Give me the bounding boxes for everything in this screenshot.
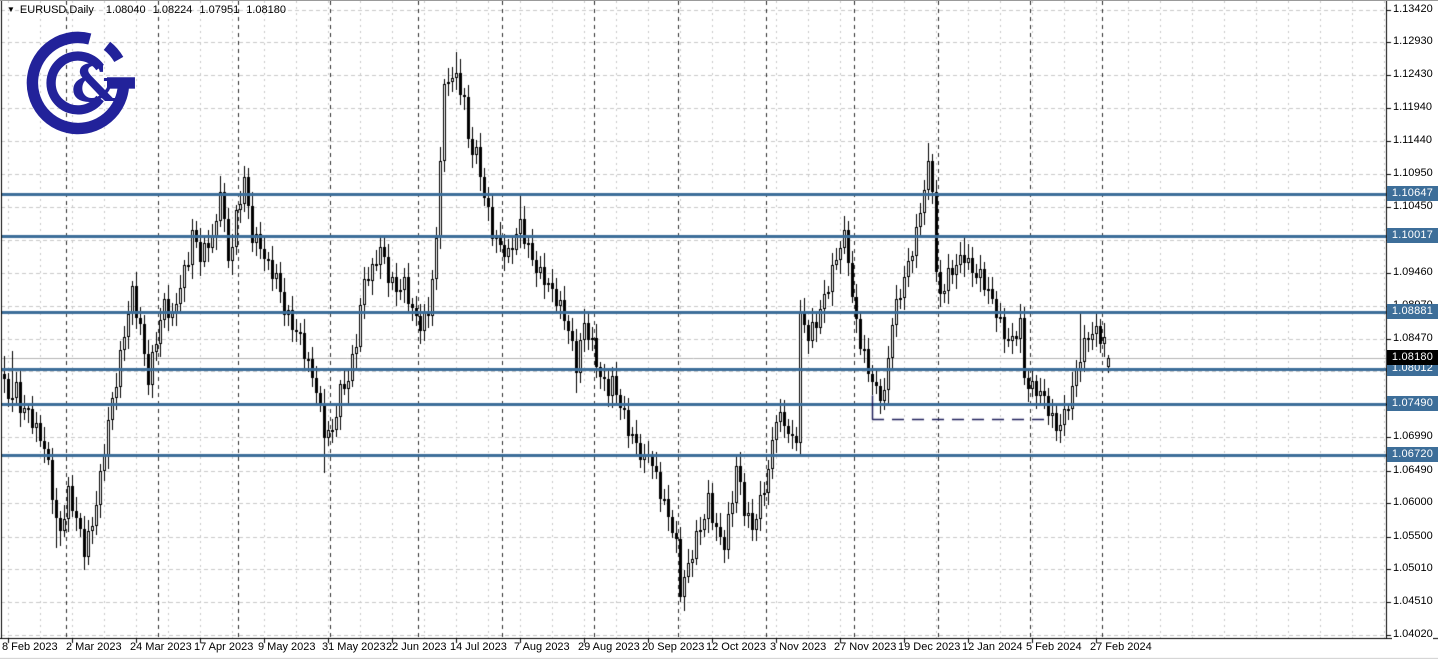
y-axis-tick-label: 1.11440: [1392, 134, 1432, 146]
x-axis-date-label: 12 Oct 2023: [706, 641, 766, 653]
price-chart-canvas[interactable]: [0, 1, 1438, 659]
x-axis-date-label: 5 Feb 2024: [1026, 641, 1082, 653]
chart-marker-triangle-icon: ▼: [7, 4, 15, 14]
x-axis-date-label: 22 Jun 2023: [386, 641, 447, 653]
x-axis-date-label: 14 Jul 2023: [450, 641, 507, 653]
y-axis-tick-label: 1.09460: [1392, 266, 1433, 278]
y-axis-tick-label: 1.05010: [1392, 562, 1433, 574]
x-axis-date-label: 27 Nov 2023: [834, 641, 897, 653]
y-axis-tick-label: 1.06990: [1392, 430, 1433, 442]
y-axis-tick-label: 1.08470: [1392, 332, 1433, 344]
y-axis-tick-label: 1.05500: [1392, 530, 1433, 542]
level-price-badge: 1.07490: [1387, 396, 1438, 411]
y-axis-tick-label: 1.13420: [1392, 3, 1433, 15]
cg-logo-icon: &: [26, 31, 135, 135]
x-axis-date-label: 7 Aug 2023: [514, 641, 570, 653]
level-price-badge: 1.10647: [1387, 186, 1438, 201]
x-axis-date-label: 24 Mar 2023: [130, 641, 192, 653]
ohlc-high-value: 1.08224: [152, 4, 193, 16]
y-axis-tick-label: 1.04020: [1392, 628, 1433, 640]
symbol-period-label: EURUSD,Daily: [19, 4, 94, 16]
chart-window: ▼ EURUSD,Daily 1.08040 1.08224 1.07951 1…: [0, 0, 1438, 659]
x-axis-date-label: 19 Dec 2023: [898, 641, 961, 653]
y-axis-tick-label: 1.12430: [1392, 68, 1433, 80]
ohlc-close-value: 1.08180: [246, 4, 286, 16]
x-axis-date-label: 12 Jan 2024: [962, 641, 1023, 653]
x-axis-date-label: 2 Mar 2023: [66, 641, 122, 653]
x-axis-date-label: 8 Feb 2023: [2, 641, 58, 653]
level-price-badge: 1.06720: [1387, 447, 1438, 462]
x-axis-date-label: 9 May 2023: [258, 641, 316, 653]
logo-ampersand: &: [71, 54, 118, 115]
x-axis-date-label: 29 Aug 2023: [578, 641, 640, 653]
ohlc-open-value: 1.08040: [105, 4, 146, 16]
y-axis-tick-label: 1.10950: [1392, 167, 1433, 179]
quote-header: ▼ EURUSD,Daily 1.08040 1.08224 1.07951 1…: [7, 3, 293, 17]
y-axis-tick-label: 1.11940: [1392, 101, 1432, 113]
y-axis-tick-label: 1.12930: [1392, 35, 1433, 47]
x-axis-date-label: 20 Sep 2023: [642, 641, 705, 653]
x-axis-date-label: 31 May 2023: [322, 641, 386, 653]
current-price-badge: 1.08180: [1387, 350, 1438, 365]
y-axis-tick-label: 1.10450: [1392, 200, 1433, 212]
broker-logo: &: [20, 28, 136, 143]
y-axis-tick-label: 1.06490: [1392, 464, 1433, 476]
x-axis-date-label: 17 Apr 2023: [194, 641, 254, 653]
x-axis-date-label: 3 Nov 2023: [770, 641, 827, 653]
level-price-badge: 1.08881: [1387, 304, 1438, 319]
y-axis-tick-label: 1.06000: [1392, 496, 1433, 508]
y-axis-tick-label: 1.04510: [1392, 595, 1433, 607]
ohlc-low-value: 1.07951: [199, 4, 240, 16]
level-price-badge: 1.10017: [1387, 228, 1438, 243]
x-axis-date-label: 27 Feb 2024: [1090, 641, 1152, 653]
